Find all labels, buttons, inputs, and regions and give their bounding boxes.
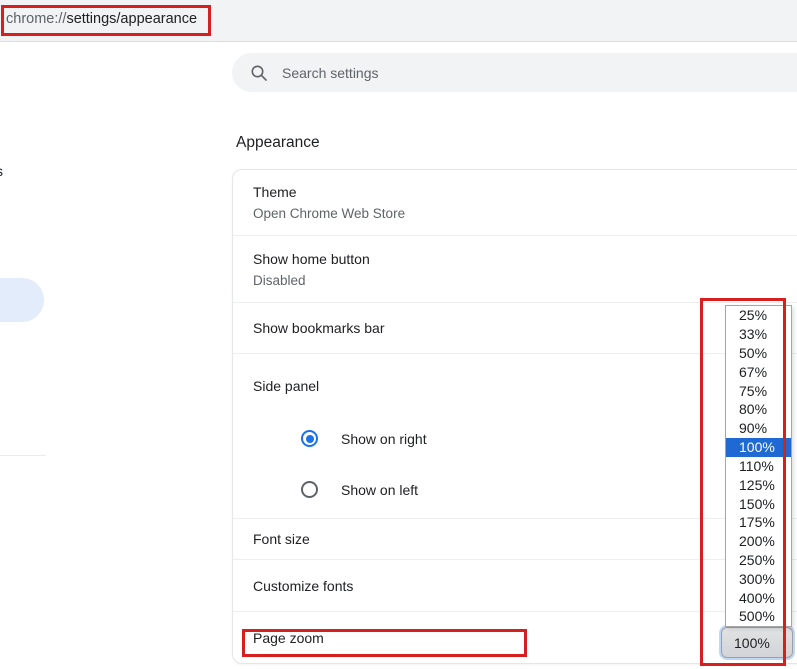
zoom-option-75[interactable]: 75%: [726, 381, 791, 400]
side-panel-option-left[interactable]: Show on left: [301, 481, 797, 498]
show-bookmarks-bar-label: Show bookmarks bar: [253, 320, 385, 336]
show-home-button-label: Show home button: [253, 251, 370, 267]
theme-row[interactable]: Theme Open Chrome Web Store: [233, 170, 797, 235]
zoom-option-250[interactable]: 250%: [726, 551, 791, 570]
side-panel-label: Side panel: [253, 378, 320, 394]
zoom-option-150[interactable]: 150%: [726, 494, 791, 513]
page-zoom-label: Page zoom: [253, 629, 324, 646]
zoom-option-400[interactable]: 400%: [726, 588, 791, 607]
radio-button-icon[interactable]: [301, 430, 318, 447]
zoom-option-300[interactable]: 300%: [726, 569, 791, 588]
zoom-option-100[interactable]: 100%: [726, 437, 791, 457]
side-panel-option-right[interactable]: Show on right: [301, 430, 797, 447]
page-zoom-row[interactable]: Page zoom: [233, 612, 797, 663]
side-panel-option-right-label: Show on right: [341, 430, 427, 447]
search-settings-bar[interactable]: Search settings: [232, 53, 797, 92]
sidebar-divider: [0, 455, 46, 456]
url-scheme: chrome://: [6, 11, 67, 27]
zoom-option-125[interactable]: 125%: [726, 475, 791, 494]
appearance-settings-card: Theme Open Chrome Web Store Show home bu…: [232, 169, 797, 664]
zoom-option-110[interactable]: 110%: [726, 457, 791, 476]
url-path: settings/appearance: [66, 11, 198, 27]
side-panel-option-left-label: Show on left: [341, 481, 419, 498]
theme-sublabel: Open Chrome Web Store: [253, 206, 406, 221]
zoom-option-80[interactable]: 80%: [726, 400, 791, 419]
customize-fonts-label: Customize fonts: [253, 577, 354, 594]
page-title: Appearance: [236, 134, 320, 151]
zoom-option-50[interactable]: 50%: [726, 344, 791, 363]
zoom-option-67[interactable]: 67%: [726, 362, 791, 381]
page-zoom-select-value: 100%: [734, 634, 770, 651]
font-size-label: Font size: [253, 531, 310, 547]
theme-label: Theme: [253, 184, 297, 200]
radio-button-icon[interactable]: [301, 481, 318, 498]
show-home-button-state: Disabled: [253, 273, 306, 288]
omnibox-url[interactable]: chrome://settings/appearance: [6, 11, 197, 27]
side-panel-row: Side panel Show on right Show on left: [233, 354, 797, 518]
zoom-option-33[interactable]: 33%: [726, 325, 791, 344]
sidebar-item-fragment[interactable]: s: [0, 163, 3, 179]
zoom-option-175[interactable]: 175%: [726, 513, 791, 532]
toolbar-divider: [0, 41, 797, 42]
show-home-button-row[interactable]: Show home button Disabled: [233, 236, 797, 302]
zoom-option-25[interactable]: 25%: [726, 306, 791, 325]
search-icon: [251, 65, 267, 81]
zoom-option-90[interactable]: 90%: [726, 419, 791, 438]
sidebar-selected-item-highlight[interactable]: [0, 278, 44, 322]
zoom-option-500[interactable]: 500%: [726, 607, 791, 626]
page-zoom-select[interactable]: 100%: [721, 627, 793, 658]
search-input[interactable]: Search settings: [282, 65, 379, 81]
customize-fonts-row[interactable]: Customize fonts: [233, 560, 797, 611]
zoom-option-200[interactable]: 200%: [726, 532, 791, 551]
omnibox-bar: chrome://settings/appearance: [0, 0, 797, 41]
page-zoom-dropdown-menu: 25% 33% 50% 67% 75% 80% 90% 100% 110% 125% 150% 175…: [725, 305, 792, 627]
font-size-row[interactable]: Font size: [233, 519, 797, 559]
show-bookmarks-bar-row[interactable]: Show bookmarks bar: [233, 303, 797, 353]
